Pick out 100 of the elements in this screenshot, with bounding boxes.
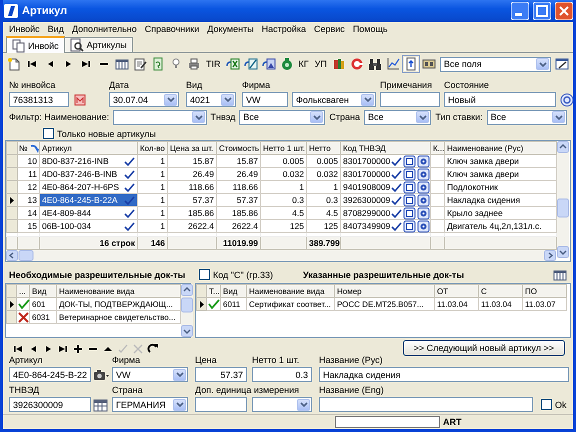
table-cell: 1 [306,180,340,194]
column-header[interactable]: Код ТНВЭД [340,142,430,154]
field-label: Нетто 1 шт. [252,355,300,366]
table-cell: Двигатель 4ц,2л,131л.с. [444,220,556,232]
menu-item[interactable]: Документы [203,24,258,34]
date-combo[interactable]: 30.07.04 [109,92,179,107]
invoice-number-field[interactable]: 76381313 [9,92,69,107]
table-cell: 6011 [220,298,246,310]
column-header[interactable]: К... [430,142,444,154]
table-cell: 1 [138,180,168,194]
column-header[interactable]: Т... [206,284,220,298]
table-cell: РОСС DE.MT25.B057... [334,298,434,310]
country-filter-combo[interactable]: Все [364,110,432,124]
table-cell: 0.005 [260,154,306,168]
table-cell: 2622.4 [168,220,216,232]
column-header[interactable]: Цена за шт. [168,142,216,154]
tab[interactable]: Инвойс [6,36,65,53]
field-label: Страна [329,112,360,122]
column-header[interactable]: Наименование (Рус) [444,142,556,154]
column-header[interactable]: Вид [220,284,246,298]
table-cell: 1 [138,206,168,220]
country-combo[interactable]: ГЕРМАНИЯ [112,397,188,412]
table-cell: Сертификат соответ... [246,298,334,310]
table-cell: 2622.4 [216,220,260,232]
column-header[interactable]: Номер [334,284,434,298]
menu-item[interactable]: Справочники [140,24,204,34]
table-cell[interactable]: 8D0-837-216-INB [40,154,138,168]
table-cell: 1 [260,180,306,194]
kind-combo[interactable]: 4021 [186,92,236,107]
article-code: 8D0-837-216-INB [42,156,109,166]
table-cell: 14 [18,206,40,220]
menu-item[interactable]: Сервис [310,24,349,34]
column-header[interactable]: Нетто [306,142,340,154]
column-header[interactable]: № [18,142,40,154]
field-label: Дата [109,80,130,91]
rate-type-combo[interactable]: Все [486,110,567,124]
table-cell: 0.3 [260,194,306,206]
table-cell: 1 [138,220,168,232]
menu-item[interactable]: Дополнительно [68,24,141,34]
column-header[interactable]: ... [16,284,30,298]
table-cell[interactable]: 06B-100-034 [40,220,138,232]
table-cell: 6031 [30,310,56,324]
table-cell: 26.49 [216,168,260,180]
field-label: Вид [186,80,204,91]
toolbar-button[interactable]: TIR [205,59,222,69]
column-header[interactable]: Наименование вида [246,284,334,298]
state-field[interactable]: Новый [444,92,556,107]
menu-item[interactable]: Вид [44,24,68,34]
field-label: Примечания [380,80,433,91]
firm-name-combo[interactable]: Фольксваген [292,92,376,107]
firm-combo[interactable]: VW [112,367,188,382]
tab[interactable]: Артикулы [64,37,133,52]
only-new-checkbox[interactable]: Только новые артикулы [43,128,156,139]
table-cell: 11.03.07 [522,298,566,310]
toolbar-button[interactable]: КГ [298,59,310,69]
table-cell[interactable]: 4D0-837-246-B-INB [40,168,138,180]
menu-item[interactable]: Помощь [348,24,392,34]
toolbar-button[interactable]: УП [314,59,328,69]
net-unit-field[interactable]: 0.3 [252,367,312,382]
table-cell: 125 [306,220,340,232]
column-header[interactable]: ОТ [434,284,478,298]
ok-checkbox[interactable]: Ok [541,399,567,410]
firm-code-field[interactable]: VW [242,92,288,107]
article-field[interactable]: 4E0-864-245-B-22 [9,367,91,382]
tnved-code: 9401908009 [343,182,390,192]
next-article-button[interactable]: >> Следующий новый артикул >> [402,340,565,356]
name-rus-field[interactable]: Накладка сидения [319,367,569,382]
menu-item[interactable]: Инвойс [5,24,44,34]
tnved-code: 8301700000 [343,156,390,166]
table-cell: Накладка сидения [444,194,556,206]
table-cell[interactable]: 4E0-864-245-B-22A [40,194,138,206]
column-header[interactable]: Стоимость [216,142,260,154]
code-c-checkbox[interactable]: Код "С" (гр.33) [199,269,273,280]
article-code: 4E0-864-207-H-6PS [42,182,120,192]
column-header[interactable]: Наименование вида [56,284,180,298]
field-selector[interactable]: Все поля [440,56,551,72]
column-header[interactable]: Нетто 1 шт. [260,142,306,154]
tnved-code: 8407349909 [343,221,390,231]
menu-item[interactable]: Настройка [258,24,310,34]
tnved-field[interactable]: 3926300009 [9,397,91,412]
tnved-code: 3926300009 [343,195,390,205]
table-cell: Крыло заднее [444,206,556,220]
window-title: Артикул [22,5,68,17]
column-header[interactable]: Вид [30,284,56,298]
table-cell: 4.5 [260,206,306,220]
table-cell: 15.87 [168,154,216,168]
tnved-filter-combo[interactable]: Все [239,110,326,124]
table-cell: Ветеринарное свидетельство... [56,310,180,324]
field-label: Тнвэд [210,112,236,122]
table-cell: ДОК-ТЫ, ПОДТВЕРЖДАЮЩ... [56,298,180,310]
table-cell[interactable]: 4E4-809-844 [40,206,138,220]
column-header[interactable]: ПО [522,284,566,298]
column-header[interactable]: Артикул [40,142,138,154]
table-cell: 118.66 [168,180,216,194]
field-label: Фильтр: Наименование: [9,112,110,122]
column-header[interactable]: С [478,284,522,298]
column-header[interactable]: Кол-во [138,142,168,154]
tnved-code: 8708299000 [343,208,390,218]
price-field[interactable]: 57.37 [195,367,247,382]
column-title: № [19,144,28,152]
